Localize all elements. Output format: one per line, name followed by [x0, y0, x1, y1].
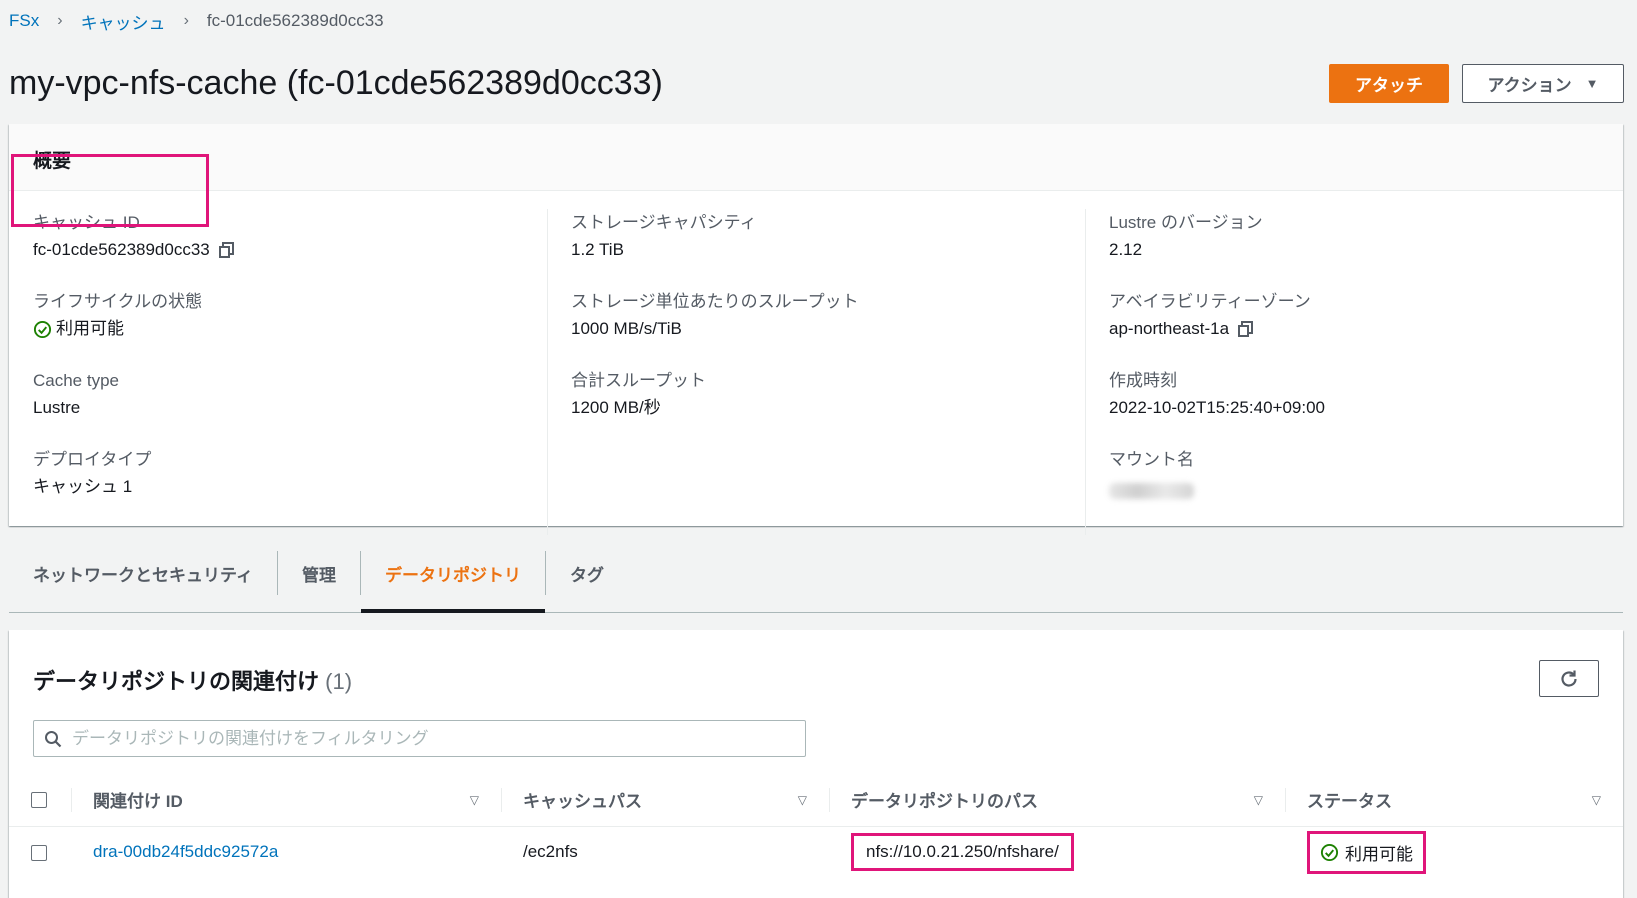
status-success-icon: [1320, 843, 1339, 861]
tab-data-repository[interactable]: データリポジトリ: [359, 551, 545, 613]
cache-type-value: Lustre: [33, 398, 81, 417]
storage-capacity-value: 1.2 TiB: [571, 240, 624, 259]
throughput-per-unit-value: 1000 MB/s/TiB: [571, 319, 682, 338]
refresh-icon: [1561, 670, 1577, 687]
summary-header: 概要: [9, 124, 1623, 191]
breadcrumb-current: fc-01cde562389d0cc33: [206, 11, 384, 30]
cache-path-cell: /ec2nfs: [523, 842, 578, 862]
filter-input[interactable]: [72, 728, 805, 749]
copy-icon[interactable]: [1237, 320, 1255, 338]
status-cell: 利用可能: [1345, 844, 1413, 864]
mount-name-redacted: [1109, 483, 1194, 499]
summary-col-1: キャッシュ ID fc-01cde562389d0cc33 ライフサイクルの状態…: [9, 191, 547, 525]
col-header-status[interactable]: ステータス: [1307, 787, 1392, 812]
filter-box: [33, 720, 806, 757]
assoc-id-link[interactable]: dra-00db24f5ddc92572a: [93, 842, 278, 861]
summary-col-3: Lustre のバージョン 2.12 アベイラビリティーゾーン ap-north…: [1085, 191, 1623, 535]
data-repo-assoc-panel: データリポジトリの関連付け (1) 関連付け ID ▽ キャッシュパス ▽ データリ…: [9, 630, 1623, 898]
assoc-count: (1): [325, 669, 353, 694]
cache-id-value: fc-01cde562389d0cc33: [33, 240, 210, 259]
sort-down-icon[interactable]: ▽: [798, 793, 807, 807]
tab-administration[interactable]: 管理: [276, 551, 360, 595]
tab-network-security[interactable]: ネットワークとセキュリティ: [9, 551, 277, 595]
lifecycle-value: 利用可能: [56, 319, 124, 338]
assoc-table: 関連付け ID ▽ キャッシュパス ▽ データリポジトリのパス ▽ ステータス ▽ dr…: [9, 774, 1623, 878]
actions-label: アクション: [1487, 76, 1572, 95]
repo-path-cell: nfs://10.0.21.250/nfshare/: [866, 842, 1059, 862]
summary-col-2: ストレージキャパシティ 1.2 TiB ストレージ単位あたりのスループット 10…: [547, 191, 1085, 535]
table-row: dra-00db24f5ddc92572a /ec2nfs nfs://10.0…: [9, 826, 1623, 878]
select-all-checkbox[interactable]: [31, 792, 47, 809]
lustre-version-label: Lustre のバージョン: [1109, 213, 1263, 232]
refresh-button[interactable]: [1539, 660, 1599, 697]
mount-name-label: マウント名: [1109, 450, 1194, 469]
total-throughput-label: 合計スループット: [571, 371, 706, 390]
repo-path-highlight: nfs://10.0.21.250/nfshare/: [851, 833, 1074, 872]
chevron-right-icon: ›: [183, 12, 189, 29]
caret-down-icon: ▼: [1585, 76, 1599, 91]
breadcrumb-cache[interactable]: キャッシュ: [81, 9, 166, 34]
sort-down-icon[interactable]: ▽: [1592, 793, 1601, 807]
creation-time-label: 作成時刻: [1109, 371, 1177, 390]
tab-bar: ネットワークとセキュリティ 管理 データリポジトリ タグ: [9, 534, 1623, 613]
assoc-title-text: データリポジトリの関連付け: [33, 669, 320, 694]
col-header-cache-path[interactable]: キャッシュパス: [523, 787, 642, 812]
breadcrumb: FSx › キャッシュ › fc-01cde562389d0cc33: [9, 8, 384, 34]
deploy-type-value: キャッシュ 1: [33, 477, 133, 496]
availability-zone-label: アベイラビリティーゾーン: [1109, 292, 1311, 311]
status-success-icon: [33, 320, 52, 338]
col-header-repo-path[interactable]: データリポジトリのパス: [851, 787, 1038, 812]
assoc-title: データリポジトリの関連付け (1): [33, 664, 352, 696]
deploy-type-label: デプロイタイプ: [33, 450, 152, 469]
sort-down-icon[interactable]: ▽: [470, 793, 479, 807]
col-header-assoc-id[interactable]: 関連付け ID: [93, 787, 183, 812]
lifecycle-label: ライフサイクルの状態: [33, 292, 203, 311]
cache-type-label: Cache type: [33, 371, 119, 390]
creation-time-value: 2022-10-02T15:25:40+09:00: [1109, 398, 1325, 417]
sort-down-icon[interactable]: ▽: [1254, 793, 1263, 807]
storage-capacity-label: ストレージキャパシティ: [571, 213, 757, 232]
actions-dropdown-button[interactable]: アクション ▼: [1462, 64, 1624, 103]
page-title: my-vpc-nfs-cache (fc-01cde562389d0cc33): [9, 64, 663, 102]
breadcrumb-fsx[interactable]: FSx: [9, 11, 39, 31]
lustre-version-value: 2.12: [1109, 240, 1143, 259]
tab-tags[interactable]: タグ: [544, 551, 628, 595]
row-checkbox[interactable]: [31, 844, 47, 861]
availability-zone-value: ap-northeast-1a: [1109, 319, 1230, 338]
summary-panel: 概要 キャッシュ ID fc-01cde562389d0cc33 ライフサイクル…: [9, 124, 1623, 535]
search-icon: [45, 730, 62, 747]
throughput-per-unit-label: ストレージ単位あたりのスループット: [571, 292, 859, 311]
status-highlight: 利用可能: [1307, 830, 1426, 874]
chevron-right-icon: ›: [57, 12, 63, 29]
attach-button[interactable]: アタッチ: [1329, 64, 1449, 103]
lifecycle-highlight-box: [11, 154, 209, 227]
total-throughput-value: 1200 MB/秒: [571, 398, 661, 417]
copy-icon[interactable]: [218, 241, 236, 259]
